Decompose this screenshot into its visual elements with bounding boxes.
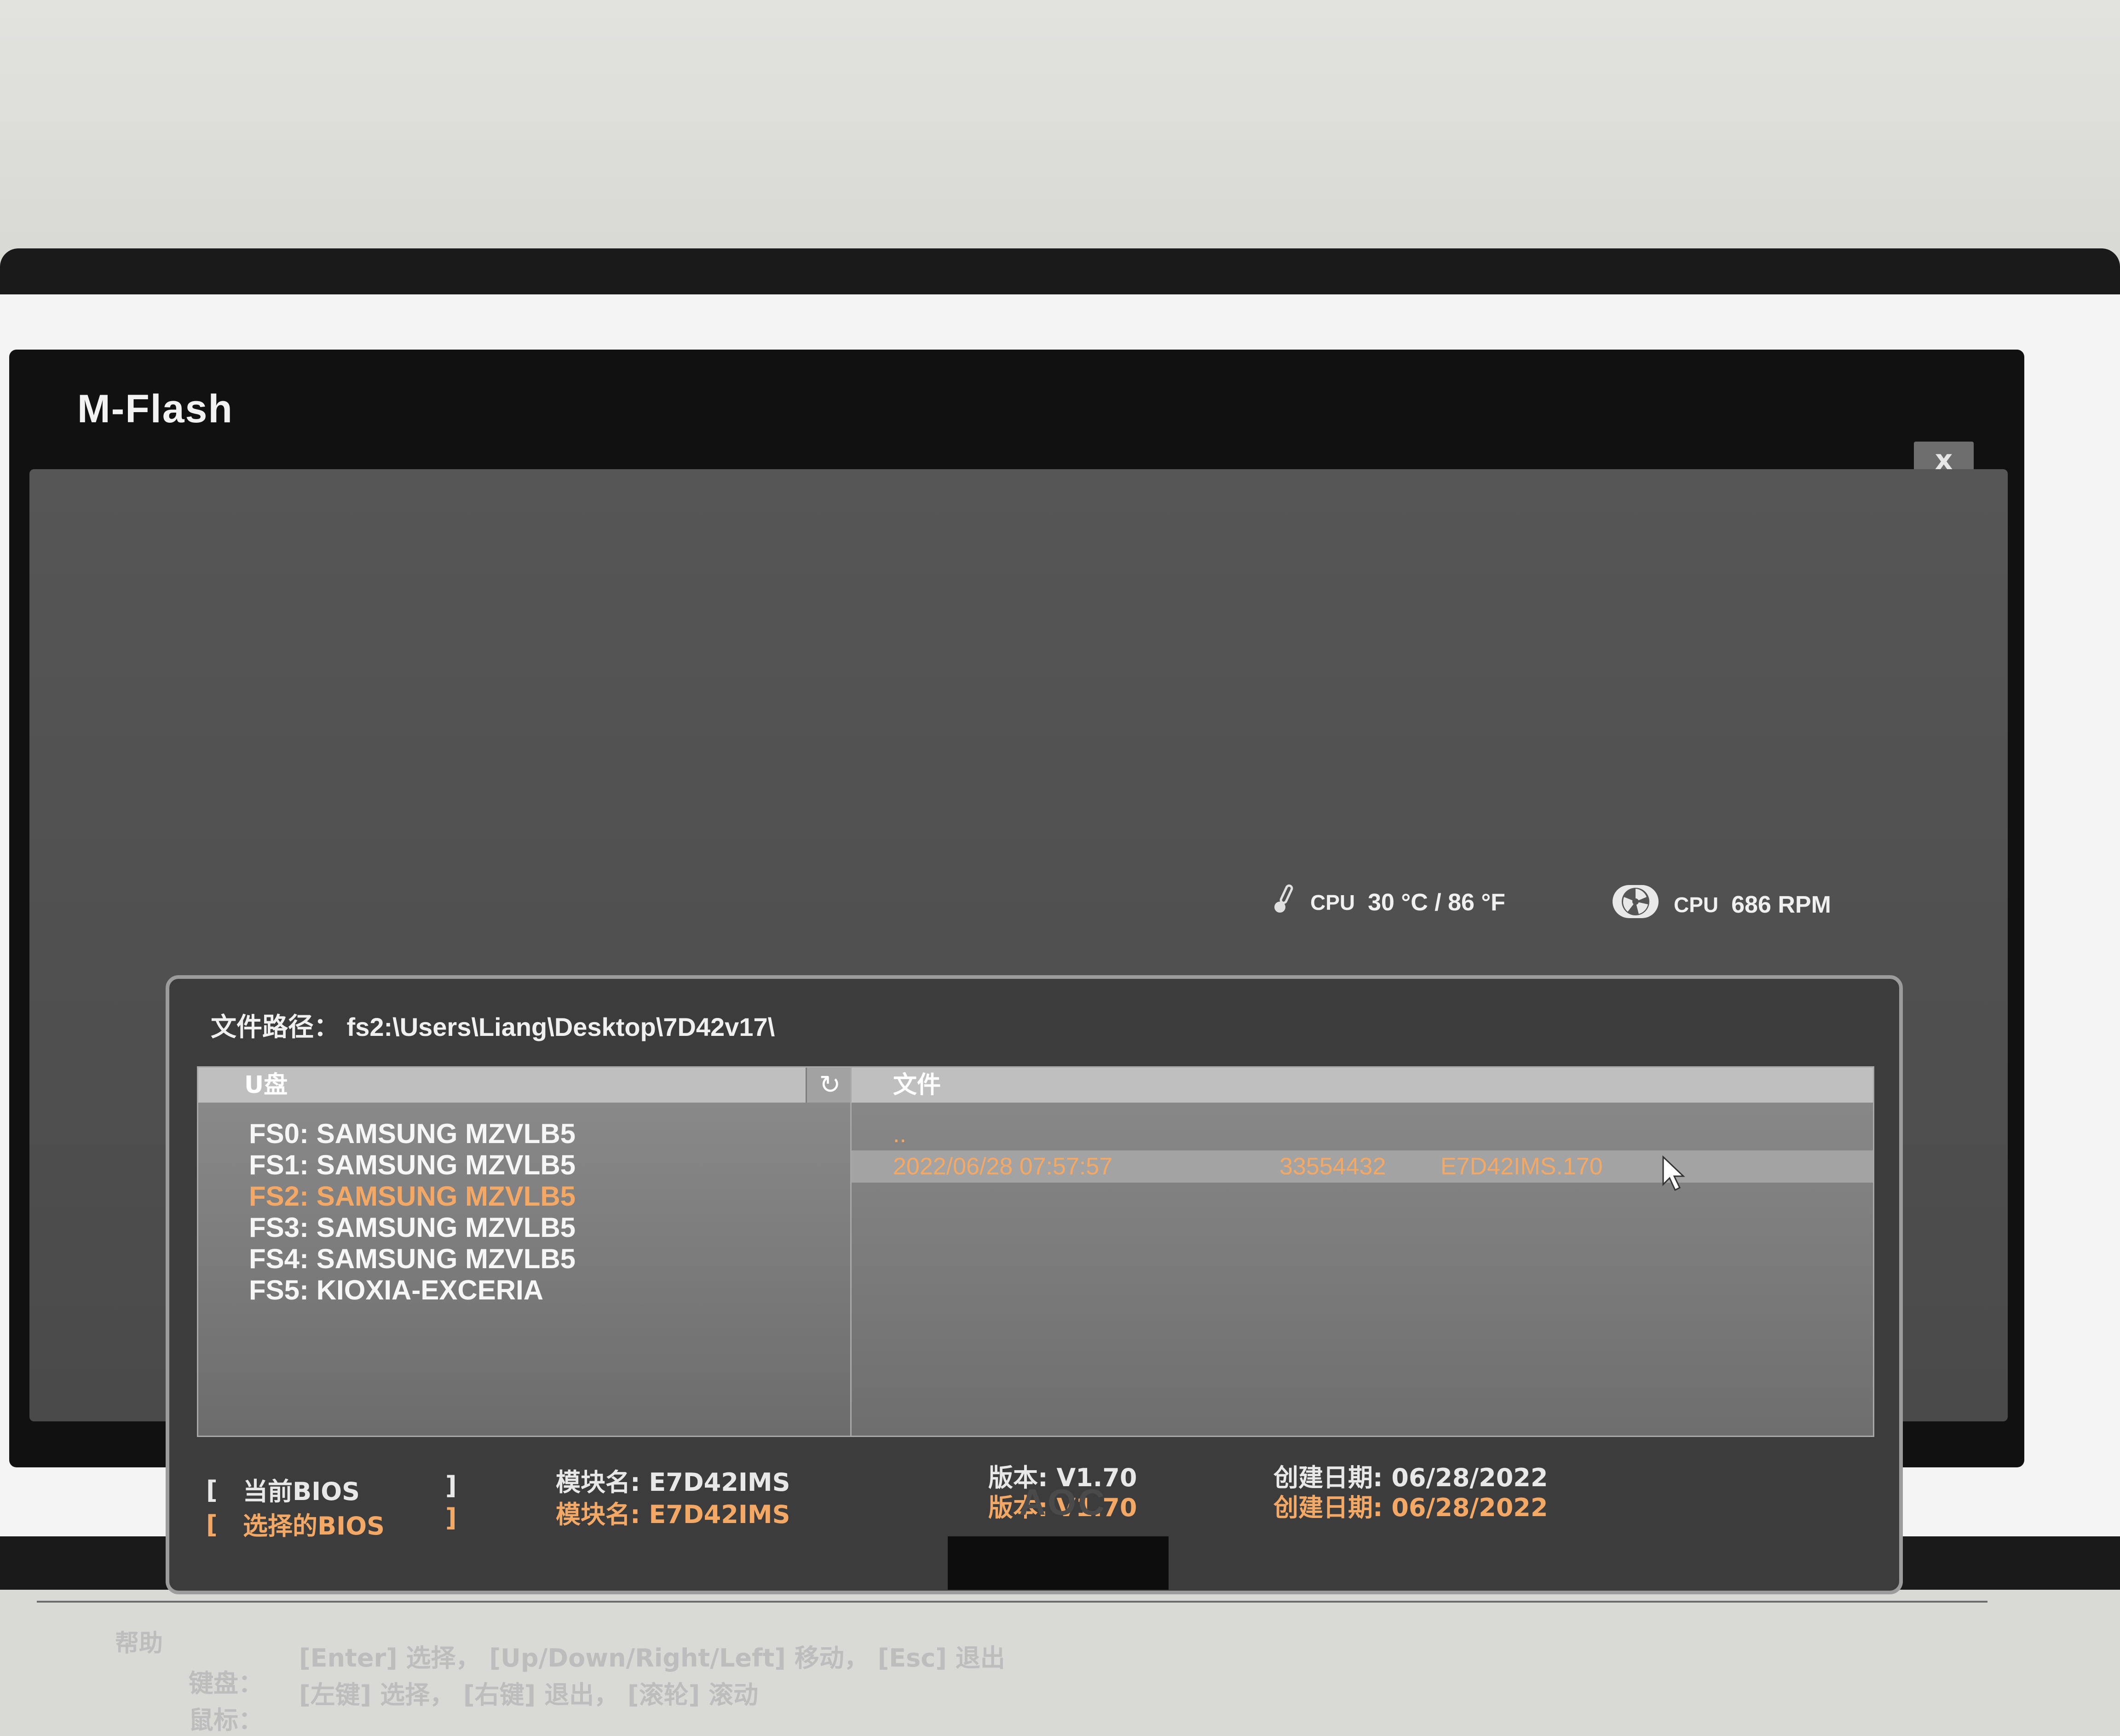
drive-item[interactable]: FS3: SAMSUNG MZVLB5 (249, 1212, 576, 1243)
file-name: E7D42IMS.170 (1440, 1153, 1603, 1180)
help-mouse-label: 鼠标： (189, 1706, 263, 1735)
monitor-brand-logo: AOC (1019, 1482, 1106, 1523)
current-bios-bracket-open: [ (206, 1476, 218, 1505)
mouse-pointer-icon (1661, 1155, 1689, 1194)
help-keyboard-text: [Enter] 选择， [Up/Down/Right/Left] 移动， [Es… (299, 1644, 1005, 1673)
selected-bios-module: 模块名: E7D42IMS (556, 1500, 790, 1529)
window-title: M-Flash (77, 387, 233, 431)
usb-pane-header: U盘 (198, 1068, 806, 1103)
refresh-icon[interactable]: ↻ (806, 1068, 853, 1103)
current-bios-label: 当前BIOS (243, 1477, 360, 1506)
m-flash-window: M-Flash x CPU 30 °C / 86 °F CPU 686 RPM (9, 350, 2024, 1735)
selected-bios-date: 创建日期: 06/28/2022 (1273, 1493, 1548, 1522)
cpu-temp-value: 30 °C / 86 °F (1368, 889, 1505, 916)
help-keyboard-label: 键盘： (189, 1669, 263, 1698)
thermometer-icon (1270, 883, 1297, 921)
drive-item[interactable]: FS4: SAMSUNG MZVLB5 (249, 1243, 576, 1275)
monitor-stand (948, 1536, 1169, 1590)
file-date: 2022/06/28 07:57:57 (893, 1153, 1113, 1180)
current-bios-bracket-close: ] (445, 1471, 457, 1500)
file-row[interactable]: 2022/06/28 07:57:57 33554432 E7D42IMS.17… (852, 1150, 1873, 1183)
help-title: 帮助 (115, 1630, 163, 1657)
help-mouse-text: [左键] 选择， [右键] 退出， [滚轮] 滚动 (299, 1680, 759, 1709)
drive-list: FS0: SAMSUNG MZVLB5 FS1: SAMSUNG MZVLB5 … (249, 1118, 576, 1306)
fan-icon (1610, 883, 1661, 926)
parent-directory[interactable]: .. (852, 1118, 1873, 1150)
file-pane: 文件 .. 2022/06/28 07:57:57 33554432 E7D42… (850, 1066, 1874, 1437)
help-divider (37, 1601, 1988, 1603)
cpu-temp-label: CPU (1310, 890, 1355, 914)
cpu-fan-status: CPU 686 RPM (1610, 883, 1831, 926)
cpu-fan-label: CPU (1674, 892, 1719, 917)
file-size: 33554432 (1279, 1153, 1386, 1180)
cpu-temperature-status: CPU 30 °C / 86 °F (1270, 883, 1505, 921)
cpu-fan-value: 686 RPM (1731, 891, 1831, 918)
selected-bios-bracket-open: [ (206, 1510, 218, 1539)
drive-item[interactable]: FS5: KIOXIA-EXCERIA (249, 1275, 576, 1306)
drive-item-selected[interactable]: FS2: SAMSUNG MZVLB5 (249, 1181, 576, 1212)
selected-bios-label: 选择的BIOS (243, 1512, 385, 1541)
drive-item[interactable]: FS0: SAMSUNG MZVLB5 (249, 1118, 576, 1150)
file-path: 文件路径： fs2:\Users\Liang\Desktop\7D42v17\ (211, 1012, 775, 1041)
current-bios-module: 模块名: E7D42IMS (556, 1468, 790, 1497)
drive-item[interactable]: FS1: SAMSUNG MZVLB5 (249, 1150, 576, 1181)
file-pane-header: 文件 (852, 1068, 1873, 1103)
selected-bios-bracket-close: ] (445, 1503, 457, 1532)
usb-drive-pane: U盘 ↻ FS0: SAMSUNG MZVLB5 FS1: SAMSUNG MZ… (197, 1066, 853, 1437)
